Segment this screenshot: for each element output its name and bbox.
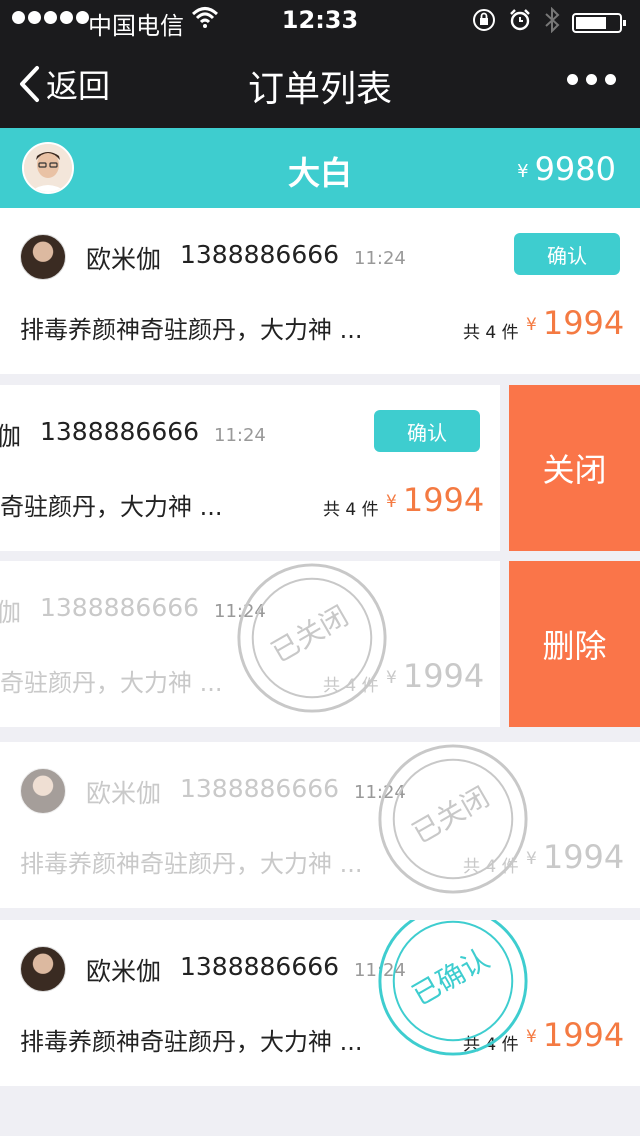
order-time: 11:24 [354, 248, 406, 269]
item-count: 共 4 件 [463, 857, 519, 877]
avatar [20, 234, 66, 280]
order-card[interactable]: 欧米伽 1388886666 11:24 确认 排毒养颜神奇驻颜丹，大力神 ..… [0, 208, 640, 374]
order-row[interactable]: 欧米伽 1388886666 11:24 排毒养颜神奇驻颜丹，大力神 ... 共… [0, 742, 640, 908]
confirm-button[interactable]: 确认 [514, 233, 620, 275]
customer-phone: 1388886666 [40, 593, 200, 622]
balance-value: 9980 [534, 150, 616, 188]
order-description: 排毒养颜神奇驻颜丹，大力神 ... [0, 669, 223, 697]
orientation-lock-icon [472, 8, 496, 38]
order-row[interactable]: 欧米伽 1388886666 11:24 确认 排毒养颜神奇驻颜丹，大力神 ..… [0, 385, 640, 551]
item-count: 共 4 件 [323, 500, 379, 520]
order-price: ¥1994 [386, 481, 484, 519]
order-description: 排毒养颜神奇驻颜丹，大力神 ... [20, 850, 363, 878]
price-value: 1994 [402, 657, 485, 695]
price-value: 1994 [542, 838, 625, 876]
customer-name: 欧米伽 [0, 422, 22, 451]
order-time: 11:24 [354, 960, 406, 981]
top-bar: 中国电信 12:33 返回 订单列表 [0, 0, 640, 128]
order-price: ¥1994 [526, 304, 624, 342]
page-title: 订单列表 [247, 69, 392, 110]
customer-name: 欧米伽 [0, 598, 22, 627]
order-card[interactable]: 欧米伽 1388886666 11:24 确认 排毒养颜神奇驻颜丹，大力神 ..… [0, 385, 500, 551]
currency-symbol: ¥ [526, 849, 537, 869]
bluetooth-icon [544, 6, 560, 39]
stamp-text: 已确认 [407, 942, 495, 1012]
confirm-button[interactable]: 确认 [374, 410, 480, 452]
order-description: 排毒养颜神奇驻颜丹，大力神 ... [20, 316, 363, 344]
user-balance: ¥9980 [517, 150, 616, 188]
customer-phone: 1388886666 [180, 240, 340, 269]
order-description: 排毒养颜神奇驻颜丹，大力神 ... [20, 1028, 363, 1056]
alarm-icon [508, 8, 532, 38]
more-icon[interactable] [567, 74, 616, 85]
status-bar: 中国电信 12:33 [0, 0, 640, 40]
customer-name: 欧米伽 [86, 245, 162, 274]
currency-symbol: ¥ [526, 1027, 537, 1047]
order-price: ¥1994 [526, 1016, 624, 1054]
order-price: ¥1994 [526, 838, 624, 876]
customer-name: 欧米伽 [86, 957, 162, 986]
customer-phone: 1388886666 [40, 417, 200, 446]
price-value: 1994 [402, 481, 485, 519]
currency-symbol: ¥ [526, 315, 537, 335]
user-summary: 大白 ¥9980 [0, 128, 640, 208]
order-row[interactable]: 欧米伽 1388886666 11:24 排毒养颜神奇驻颜丹，大力神 ... 共… [0, 561, 640, 727]
order-card[interactable]: 欧米伽 1388886666 11:24 排毒养颜神奇驻颜丹，大力神 ... 共… [0, 920, 640, 1086]
customer-phone: 1388886666 [180, 774, 340, 803]
close-order-button[interactable]: 关闭 [509, 385, 640, 551]
order-row[interactable]: 欧米伽 1388886666 11:24 确认 排毒养颜神奇驻颜丹，大力神 ..… [0, 208, 640, 374]
currency-symbol: ¥ [386, 668, 397, 688]
order-time: 11:24 [214, 601, 266, 622]
order-card[interactable]: 欧米伽 1388886666 11:24 排毒养颜神奇驻颜丹，大力神 ... 共… [0, 561, 500, 727]
item-count: 共 4 件 [463, 1035, 519, 1055]
order-card[interactable]: 欧米伽 1388886666 11:24 排毒养颜神奇驻颜丹，大力神 ... 共… [0, 742, 640, 908]
order-time: 11:24 [214, 425, 266, 446]
customer-name: 欧米伽 [86, 779, 162, 808]
stamp-text: 已关闭 [407, 780, 495, 850]
customer-phone: 1388886666 [180, 952, 340, 981]
currency-symbol: ¥ [386, 492, 397, 512]
avatar [20, 946, 66, 992]
item-count: 共 4 件 [463, 323, 519, 343]
currency-symbol: ¥ [517, 160, 529, 182]
stamp-text: 已关闭 [266, 599, 354, 669]
order-time: 11:24 [354, 782, 406, 803]
delete-order-button[interactable]: 删除 [509, 561, 640, 727]
price-value: 1994 [542, 1016, 625, 1054]
order-row[interactable]: 欧米伽 1388886666 11:24 排毒养颜神奇驻颜丹，大力神 ... 共… [0, 920, 640, 1086]
order-description: 排毒养颜神奇驻颜丹，大力神 ... [0, 493, 223, 521]
item-count: 共 4 件 [323, 676, 379, 696]
price-value: 1994 [542, 304, 625, 342]
avatar [20, 768, 66, 814]
battery-icon [572, 13, 626, 33]
order-price: ¥1994 [386, 657, 484, 695]
